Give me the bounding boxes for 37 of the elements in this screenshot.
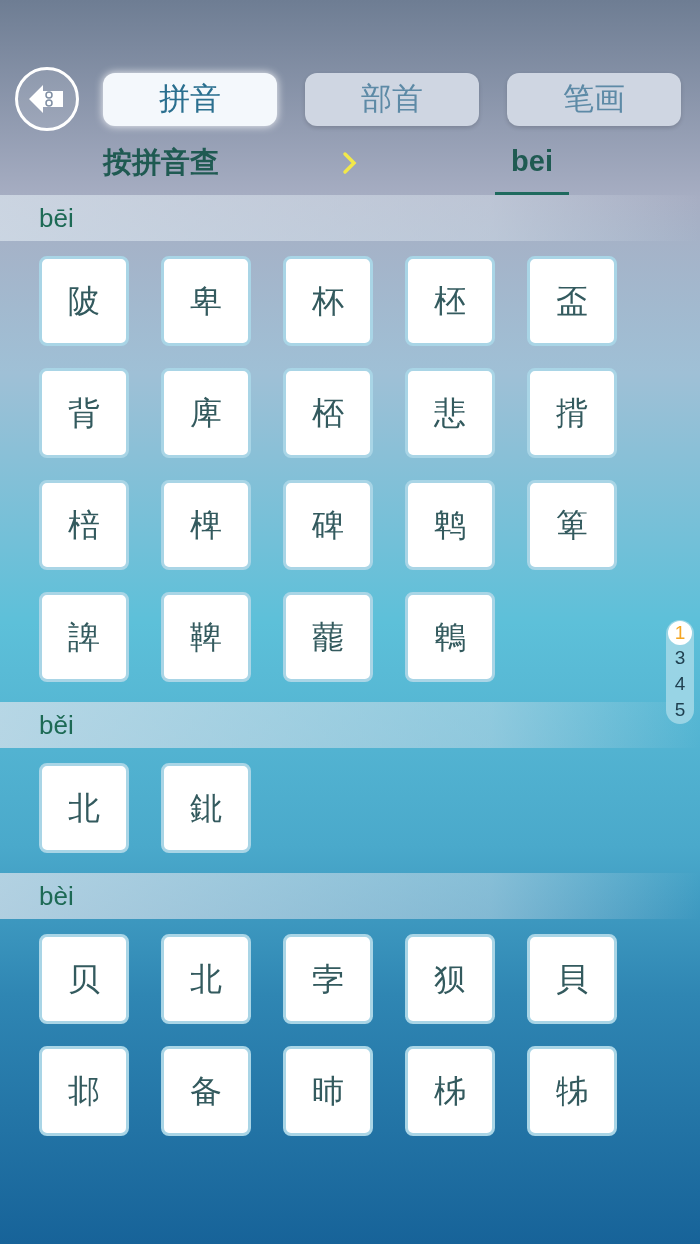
character-tile[interactable]: 邶 bbox=[39, 1046, 129, 1136]
character-tile[interactable]: 諀 bbox=[39, 592, 129, 682]
character-tile[interactable]: 备 bbox=[161, 1046, 251, 1136]
character-tile[interactable]: 藣 bbox=[283, 592, 373, 682]
character-tile[interactable]: 椑 bbox=[161, 480, 251, 570]
character-tile[interactable]: 北 bbox=[161, 934, 251, 1024]
index-item[interactable]: 5 bbox=[668, 697, 692, 723]
tab[interactable]: 拼音 bbox=[103, 72, 277, 126]
character-tile[interactable]: 碑 bbox=[283, 480, 373, 570]
character-tile[interactable]: 贝 bbox=[39, 934, 129, 1024]
character-tile[interactable]: 揹 bbox=[527, 368, 617, 458]
character-tile[interactable]: 孛 bbox=[283, 934, 373, 1024]
chevron-right-icon bbox=[342, 151, 358, 175]
character-tile[interactable]: 悲 bbox=[405, 368, 495, 458]
character-tile[interactable]: 狈 bbox=[405, 934, 495, 1024]
search-mode-label: 按拼音查 bbox=[103, 145, 220, 181]
character-tile[interactable]: 盃 bbox=[527, 256, 617, 346]
index-item[interactable]: 3 bbox=[668, 645, 692, 671]
character-tile[interactable]: 鉳 bbox=[161, 763, 251, 853]
character-tile[interactable]: 卑 bbox=[161, 256, 251, 346]
character-tile[interactable]: 昁 bbox=[283, 1046, 373, 1136]
character-tile[interactable]: 貝 bbox=[527, 934, 617, 1024]
character-tile[interactable]: 鵯 bbox=[405, 592, 495, 682]
character-tile[interactable]: 箄 bbox=[527, 480, 617, 570]
character-tile[interactable]: 鹎 bbox=[405, 480, 495, 570]
character-tile[interactable]: 桮 bbox=[283, 368, 373, 458]
character-tile[interactable]: 鞞 bbox=[161, 592, 251, 682]
character-tile[interactable]: 庳 bbox=[161, 368, 251, 458]
character-tile[interactable]: 背 bbox=[39, 368, 129, 458]
character-tile[interactable]: 柹 bbox=[405, 1046, 495, 1136]
character-tile[interactable]: 北 bbox=[39, 763, 129, 853]
character-tile[interactable]: 牬 bbox=[527, 1046, 617, 1136]
character-tile[interactable]: 柸 bbox=[405, 256, 495, 346]
character-tile[interactable]: 杯 bbox=[283, 256, 373, 346]
character-tile[interactable]: 棓 bbox=[39, 480, 129, 570]
index-item[interactable]: 4 bbox=[668, 671, 692, 697]
character-tile[interactable]: 陂 bbox=[39, 256, 129, 346]
